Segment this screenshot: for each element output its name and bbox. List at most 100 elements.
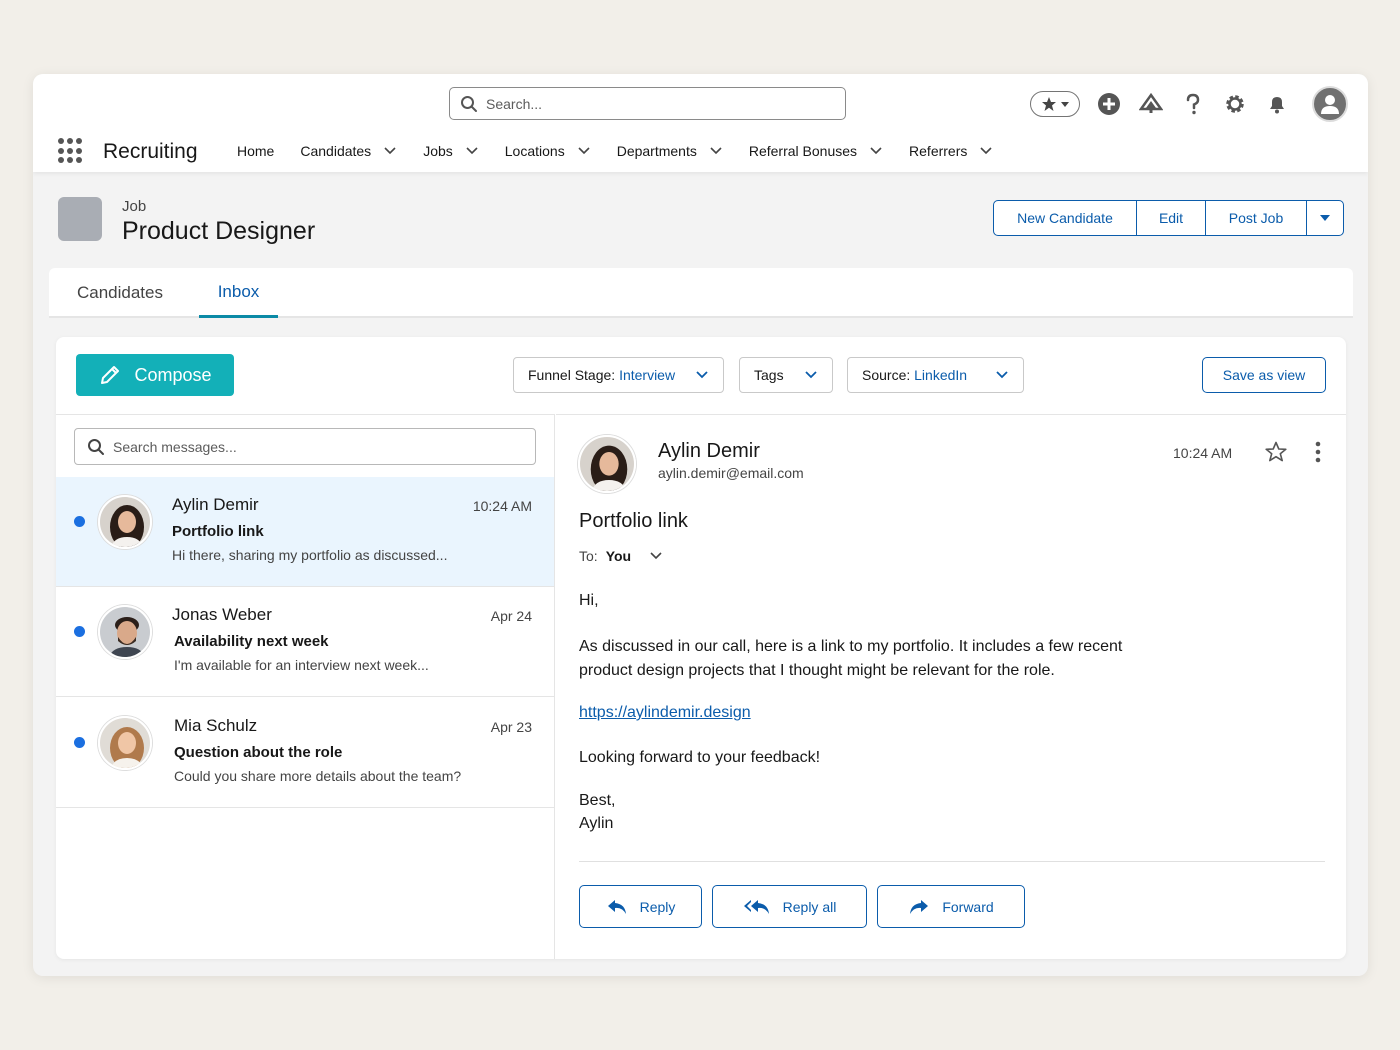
global-add-button[interactable] xyxy=(1094,89,1124,119)
global-search-input[interactable]: Search... xyxy=(449,87,846,120)
message-search-input[interactable]: Search messages... xyxy=(74,428,536,465)
user-avatar[interactable] xyxy=(1312,86,1348,122)
more-actions-button[interactable] xyxy=(1307,201,1343,235)
tags-label: Tags xyxy=(754,367,784,383)
chevron-down-icon[interactable] xyxy=(979,146,993,156)
page-title: Product Designer xyxy=(122,217,316,245)
global-search-placeholder: Search... xyxy=(486,95,543,112)
chevron-down-icon[interactable] xyxy=(869,146,883,156)
app-window: Search... Recruiting Home Candidates Job… xyxy=(33,74,1368,976)
global-header: Search... Recruiting Home Candidates Job… xyxy=(33,74,1368,172)
message-date: 10:24 AM xyxy=(472,498,532,514)
trailhead-button[interactable] xyxy=(1136,89,1166,119)
nav-item-home[interactable]: Home xyxy=(237,143,274,159)
to-label: To: xyxy=(579,548,598,564)
record-header: Job Product Designer New Candidate Edit … xyxy=(33,172,1368,268)
favorites-button[interactable] xyxy=(1030,91,1080,117)
source-label: Source: xyxy=(862,367,911,383)
unread-indicator xyxy=(74,516,85,527)
avatar xyxy=(98,495,152,549)
setup-button[interactable] xyxy=(1220,89,1250,119)
pencil-icon xyxy=(101,366,120,384)
list-item[interactable]: Jonas Weber Apr 24 Availability next wee… xyxy=(56,587,554,697)
list-item[interactable]: Aylin Demir 10:24 AM Portfolio link Hi t… xyxy=(56,477,554,587)
message-date: Apr 23 xyxy=(490,719,532,735)
divider xyxy=(579,861,1325,862)
new-candidate-button[interactable]: New Candidate xyxy=(994,201,1137,235)
body-paragraph-line: product design projects that I thought m… xyxy=(579,662,1055,679)
tags-filter[interactable]: Tags xyxy=(739,357,833,393)
save-as-view-button[interactable]: Save as view xyxy=(1202,357,1326,393)
body-closing: Looking forward to your feedback! xyxy=(579,749,821,766)
chevron-down-icon[interactable] xyxy=(577,146,591,156)
chevron-down-icon[interactable] xyxy=(709,146,723,156)
nav-item-candidates[interactable]: Candidates xyxy=(300,143,397,159)
message-subject-heading: Portfolio link xyxy=(579,510,688,532)
app-name: Recruiting xyxy=(103,140,198,163)
avatar xyxy=(578,435,636,493)
nav-item-referrers[interactable]: Referrers xyxy=(909,143,993,159)
chevron-down-icon[interactable] xyxy=(465,146,479,156)
tab-candidates[interactable]: Candidates xyxy=(67,268,173,318)
chevron-down-icon xyxy=(805,371,817,379)
forward-button[interactable]: Forward xyxy=(877,885,1025,928)
inbox-panel: Compose Funnel Stage: Interview Tags Sou… xyxy=(56,337,1346,959)
message-sender: Aylin Demir xyxy=(172,495,259,514)
favorites-star-icon xyxy=(1041,97,1056,111)
record-tabs: Candidates Inbox xyxy=(49,268,1353,318)
search-icon xyxy=(88,438,104,455)
funnel-stage-filter[interactable]: Funnel Stage: Interview xyxy=(513,357,724,393)
message-sender: Jonas Weber xyxy=(172,605,272,624)
message-time: 10:24 AM xyxy=(1173,445,1233,461)
app-launcher-icon[interactable] xyxy=(58,138,84,164)
body-greeting: Hi, xyxy=(579,592,599,609)
list-item[interactable]: Mia Schulz Apr 23 Question about the rol… xyxy=(56,698,554,808)
setup-gear-icon xyxy=(1226,95,1244,113)
source-filter[interactable]: Source: LinkedIn xyxy=(847,357,1024,393)
recipients[interactable]: To: You xyxy=(579,548,663,564)
chevron-down-icon[interactable] xyxy=(649,551,663,561)
message-search-placeholder: Search messages... xyxy=(113,438,237,455)
chevron-down-icon[interactable] xyxy=(383,146,397,156)
reply-all-icon xyxy=(743,899,769,914)
funnel-stage-label: Funnel Stage: xyxy=(528,367,616,383)
reply-button[interactable]: Reply xyxy=(579,885,702,928)
compose-label: Compose xyxy=(134,364,212,385)
nav-item-jobs[interactable]: Jobs xyxy=(423,143,479,159)
chevron-down-icon xyxy=(696,371,708,379)
body-signoff: Best, xyxy=(579,792,616,809)
reply-all-button[interactable]: Reply all xyxy=(712,885,867,928)
avatar xyxy=(98,716,152,770)
nav-item-locations[interactable]: Locations xyxy=(505,143,591,159)
edit-button[interactable]: Edit xyxy=(1137,201,1206,235)
post-job-button[interactable]: Post Job xyxy=(1206,201,1307,235)
app-navigation: Home Candidates Jobs Locations Departmen… xyxy=(237,136,1019,166)
unread-indicator xyxy=(74,626,85,637)
notification-bell-icon xyxy=(1270,97,1284,114)
message-subject: Portfolio link xyxy=(172,523,264,540)
notifications-button[interactable] xyxy=(1262,89,1292,119)
more-options-button[interactable] xyxy=(1308,440,1328,469)
nav-item-departments[interactable]: Departments xyxy=(617,143,723,159)
add-icon xyxy=(1098,93,1120,115)
star-button[interactable] xyxy=(1264,440,1288,469)
trailhead-icon xyxy=(1139,92,1163,113)
portfolio-link[interactable]: https://aylindemir.design xyxy=(579,701,751,725)
global-actions xyxy=(1030,86,1348,122)
record-type: Job xyxy=(122,198,147,215)
record-actions: New Candidate Edit Post Job xyxy=(993,200,1344,236)
message-preview: Hi there, sharing my portfolio as discus… xyxy=(172,547,448,563)
user-icon xyxy=(1321,95,1339,114)
message-list: Search messages... Aylin Demir 10:24 AM … xyxy=(56,414,555,959)
message-reader: Aylin Demir aylin.demir@email.com 10:24 … xyxy=(556,414,1346,959)
to-value: You xyxy=(605,548,632,564)
forward-icon xyxy=(910,899,929,914)
message-subject: Availability next week xyxy=(174,633,329,650)
avatar xyxy=(98,605,152,659)
help-icon xyxy=(1186,93,1200,115)
nav-item-referral-bonuses[interactable]: Referral Bonuses xyxy=(749,143,883,159)
compose-button[interactable]: Compose xyxy=(76,354,234,396)
chevron-down-icon xyxy=(1320,215,1330,221)
tab-inbox[interactable]: Inbox xyxy=(199,268,278,318)
help-button[interactable] xyxy=(1178,89,1208,119)
